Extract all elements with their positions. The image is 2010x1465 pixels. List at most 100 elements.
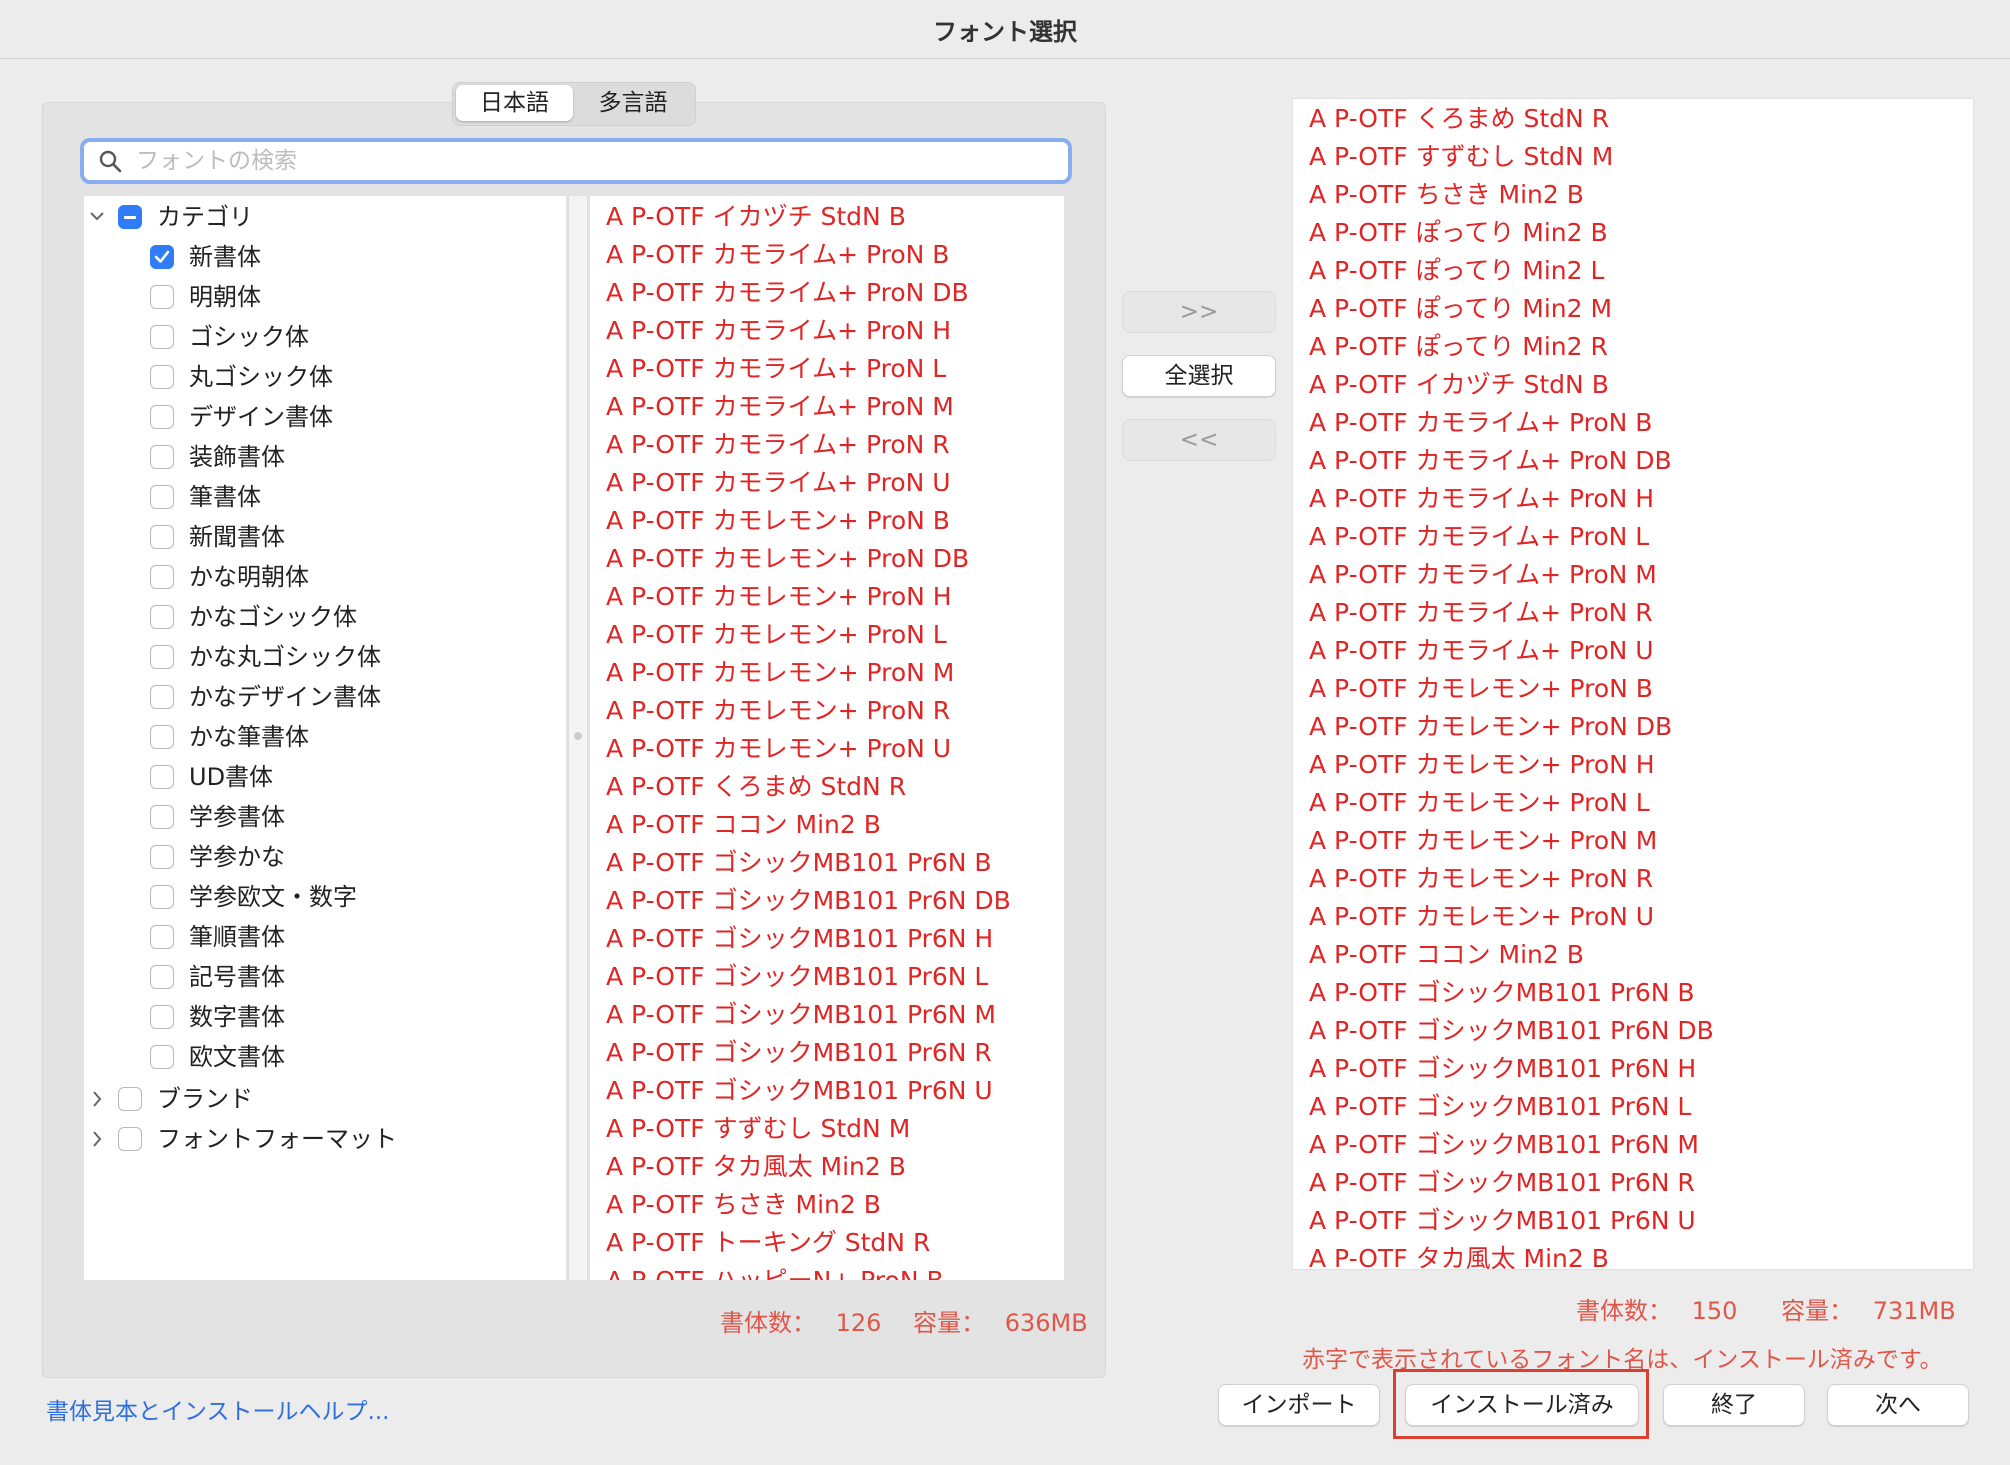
tab-multilingual[interactable]: 多言語 <box>575 85 691 121</box>
font-format-checkbox[interactable] <box>118 1127 142 1151</box>
tree-row-subcategory[interactable]: 学参欧文・数字 <box>84 880 564 914</box>
font-list-item[interactable]: A P-OTF ぽってり Min2 M <box>1309 290 1612 328</box>
subcategory-checkbox[interactable] <box>150 325 174 349</box>
subcategory-checkbox[interactable] <box>150 525 174 549</box>
font-list-item[interactable]: A P-OTF ゴシックMB101 Pr6N L <box>1309 1088 1691 1126</box>
tree-row-subcategory[interactable]: かな明朝体 <box>84 560 564 594</box>
subcategory-checkbox[interactable] <box>150 805 174 829</box>
subcategory-checkbox[interactable] <box>150 245 174 269</box>
chevron-right-icon[interactable] <box>88 1122 106 1156</box>
subcategory-checkbox[interactable] <box>150 565 174 589</box>
font-list-item[interactable]: A P-OTF トーキング StdN R <box>606 1224 930 1262</box>
font-list-item[interactable]: A P-OTF カモレモン+ ProN R <box>1309 860 1653 898</box>
subcategory-checkbox[interactable] <box>150 725 174 749</box>
subcategory-checkbox[interactable] <box>150 605 174 629</box>
tree-row-subcategory[interactable]: 筆書体 <box>84 480 564 514</box>
font-list-item[interactable]: A P-OTF カモレモン+ ProN H <box>606 578 952 616</box>
font-list-item[interactable]: A P-OTF ちさき Min2 B <box>1309 176 1584 214</box>
font-list-item[interactable]: A P-OTF ゴシックMB101 Pr6N L <box>606 958 988 996</box>
select-all-button[interactable]: 全選択 <box>1122 355 1276 397</box>
available-font-list[interactable]: A P-OTF イカヅチ StdN BA P-OTF カモライム+ ProN B… <box>590 196 1064 1280</box>
font-list-item[interactable]: A P-OTF くろまめ StdN R <box>1309 100 1609 138</box>
brand-checkbox[interactable] <box>118 1087 142 1111</box>
subcategory-checkbox[interactable] <box>150 365 174 389</box>
subcategory-checkbox[interactable] <box>150 845 174 869</box>
tree-row-subcategory[interactable]: 欧文書体 <box>84 1040 564 1074</box>
font-list-item[interactable]: A P-OTF カモライム+ ProN U <box>606 464 951 502</box>
font-list-item[interactable]: A P-OTF カモライム+ ProN H <box>1309 480 1654 518</box>
tree-row-subcategory[interactable]: かな丸ゴシック体 <box>84 640 564 674</box>
font-list-item[interactable]: A P-OTF ゴシックMB101 Pr6N DB <box>606 882 1011 920</box>
font-list-item[interactable]: A P-OTF カモライム+ ProN B <box>1309 404 1652 442</box>
subcategory-checkbox[interactable] <box>150 1045 174 1069</box>
font-list-item[interactable]: A P-OTF すずむし StdN M <box>1309 138 1613 176</box>
font-list-item[interactable]: A P-OTF ちさき Min2 B <box>606 1186 881 1224</box>
font-list-item[interactable]: A P-OTF カモライム+ ProN R <box>606 426 950 464</box>
tree-row-subcategory[interactable]: 新書体 <box>84 240 564 274</box>
tree-row-subcategory[interactable]: かな筆書体 <box>84 720 564 754</box>
tree-row-subcategory[interactable]: 新聞書体 <box>84 520 564 554</box>
font-list-item[interactable]: A P-OTF すずむし StdN M <box>606 1110 910 1148</box>
tree-row-subcategory[interactable]: かなデザイン書体 <box>84 680 564 714</box>
subcategory-checkbox[interactable] <box>150 1005 174 1029</box>
tree-row-brand[interactable]: ブランド <box>84 1082 564 1116</box>
font-list-item[interactable]: A P-OTF カモライム+ ProN R <box>1309 594 1653 632</box>
font-list-item[interactable]: A P-OTF カモレモン+ ProN L <box>1309 784 1650 822</box>
split-view-divider[interactable] <box>568 196 588 1280</box>
font-list-item[interactable]: A P-OTF カモライム+ ProN L <box>606 350 946 388</box>
subcategory-checkbox[interactable] <box>150 485 174 509</box>
font-list-item[interactable]: A P-OTF カモライム+ ProN M <box>606 388 954 426</box>
font-list-item[interactable]: A P-OTF ゴシックMB101 Pr6N U <box>606 1072 993 1110</box>
font-list-item[interactable]: A P-OTF カモライム+ ProN L <box>1309 518 1649 556</box>
help-link[interactable]: 書体見本とインストールヘルプ... <box>46 1392 389 1426</box>
font-list-item[interactable]: A P-OTF ぽってり Min2 B <box>1309 214 1608 252</box>
font-list-item[interactable]: A P-OTF ココン Min2 B <box>606 806 881 844</box>
quit-button[interactable]: 終了 <box>1663 1384 1805 1426</box>
category-checkbox[interactable] <box>118 205 142 229</box>
font-list-item[interactable]: A P-OTF カモライム+ ProN B <box>606 236 949 274</box>
font-list-item[interactable]: A P-OTF ゴシックMB101 Pr6N R <box>1309 1164 1695 1202</box>
import-button[interactable]: インポート <box>1218 1384 1380 1426</box>
tree-row-font-format[interactable]: フォントフォーマット <box>84 1122 564 1156</box>
font-list-item[interactable]: A P-OTF カモライム+ ProN DB <box>1309 442 1672 480</box>
add-to-selection-button[interactable]: >> <box>1122 291 1276 333</box>
font-list-item[interactable]: A P-OTF カモライム+ ProN DB <box>606 274 969 312</box>
font-list-item[interactable]: A P-OTF イカヅチ StdN B <box>1309 366 1609 404</box>
font-list-item[interactable]: A P-OTF タカ風太 Min2 B <box>1309 1240 1609 1269</box>
tree-row-subcategory[interactable]: 記号書体 <box>84 960 564 994</box>
font-list-item[interactable]: A P-OTF カモレモン+ ProN B <box>606 502 950 540</box>
subcategory-checkbox[interactable] <box>150 645 174 669</box>
font-list-item[interactable]: A P-OTF カモライム+ ProN M <box>1309 556 1657 594</box>
search-input[interactable] <box>134 144 1038 178</box>
tree-row-subcategory[interactable]: 数字書体 <box>84 1000 564 1034</box>
subcategory-checkbox[interactable] <box>150 965 174 989</box>
font-list-item[interactable]: A P-OTF ゴシックMB101 Pr6N M <box>1309 1126 1699 1164</box>
tree-row-subcategory[interactable]: 装飾書体 <box>84 440 564 474</box>
tree-row-subcategory[interactable]: デザイン書体 <box>84 400 564 434</box>
font-list-item[interactable]: A P-OTF カモレモン+ ProN U <box>606 730 951 768</box>
tree-row-subcategory[interactable]: UD書体 <box>84 760 564 794</box>
font-list-item[interactable]: A P-OTF ゴシックMB101 Pr6N B <box>606 844 992 882</box>
font-list-item[interactable]: A P-OTF カモレモン+ ProN M <box>606 654 954 692</box>
font-list-item[interactable]: A P-OTF ゴシックMB101 Pr6N R <box>606 1034 992 1072</box>
tree-row-subcategory[interactable]: 学参かな <box>84 840 564 874</box>
font-list-item[interactable]: A P-OTF カモレモン+ ProN U <box>1309 898 1654 936</box>
font-list-item[interactable]: A P-OTF タカ風太 Min2 B <box>606 1148 906 1186</box>
tree-row-subcategory[interactable]: ゴシック体 <box>84 320 564 354</box>
font-list-item[interactable]: A P-OTF カモレモン+ ProN DB <box>606 540 969 578</box>
font-list-item[interactable]: A P-OTF ゴシックMB101 Pr6N H <box>606 920 993 958</box>
chevron-right-icon[interactable] <box>88 1082 106 1116</box>
tree-row-category[interactable]: カテゴリ <box>84 200 564 234</box>
subcategory-checkbox[interactable] <box>150 445 174 469</box>
font-list-item[interactable]: A P-OTF カモレモン+ ProN H <box>1309 746 1655 784</box>
tree-row-subcategory[interactable]: かなゴシック体 <box>84 600 564 634</box>
font-list-item[interactable]: A P-OTF カモレモン+ ProN R <box>606 692 950 730</box>
font-list-item[interactable]: A P-OTF カモライム+ ProN H <box>606 312 951 350</box>
font-list-item[interactable]: A P-OTF ゴシックMB101 Pr6N DB <box>1309 1012 1714 1050</box>
selected-font-list[interactable]: A P-OTF くろまめ StdN RA P-OTF すずむし StdN MA … <box>1292 98 1974 1270</box>
font-list-item[interactable]: A P-OTF ゴシックMB101 Pr6N B <box>1309 974 1695 1012</box>
remove-from-selection-button[interactable]: << <box>1122 419 1276 461</box>
tree-row-subcategory[interactable]: 筆順書体 <box>84 920 564 954</box>
next-button[interactable]: 次へ <box>1827 1384 1969 1426</box>
tree-row-subcategory[interactable]: 丸ゴシック体 <box>84 360 564 394</box>
